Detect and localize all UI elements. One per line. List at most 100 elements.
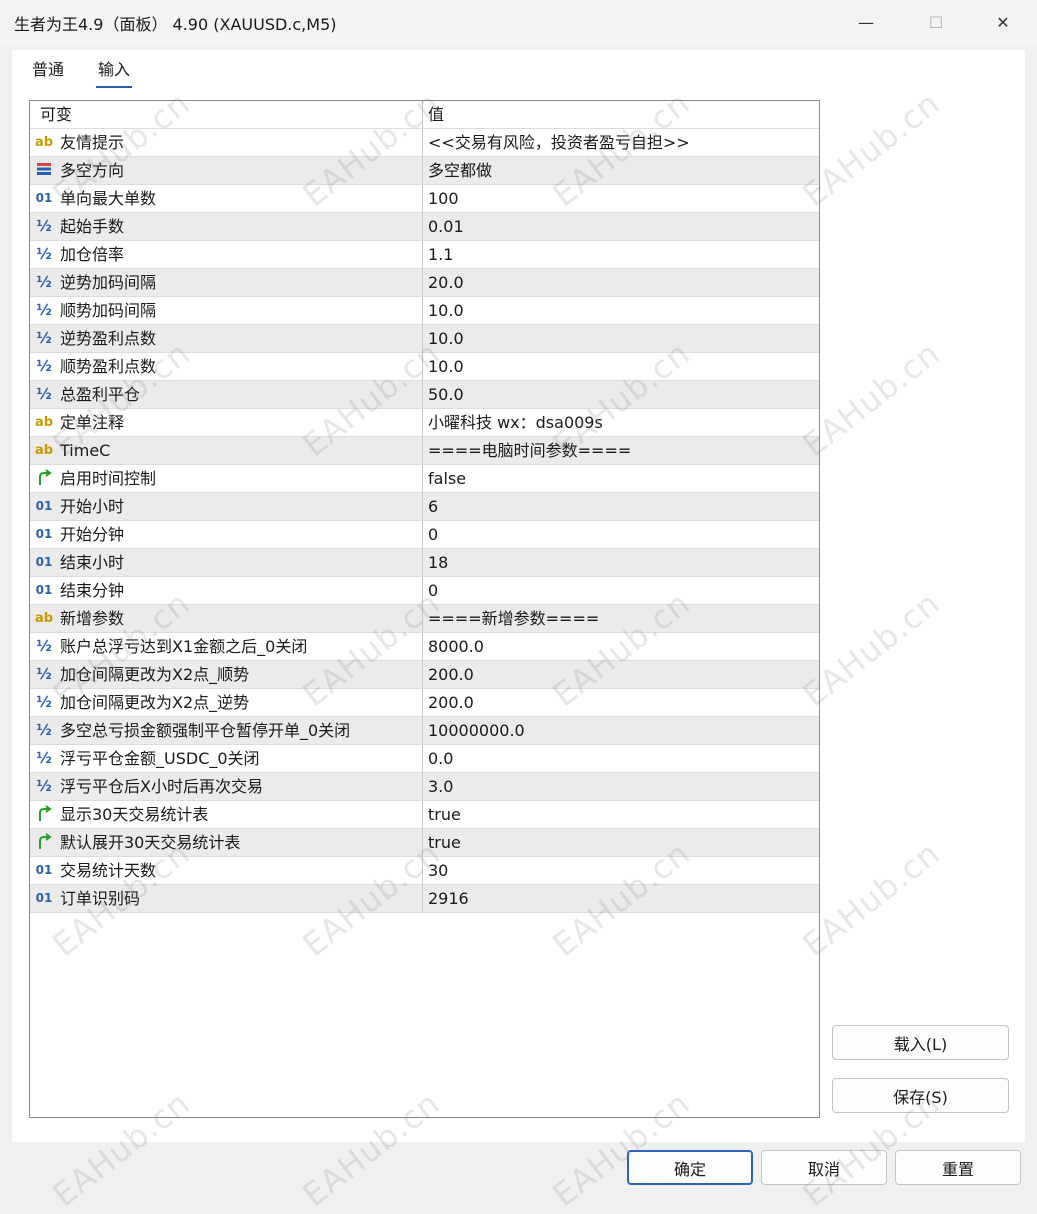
title-bar: 生者为王4.9（面板） 4.90 (XAUUSD.c,M5) — ☐ ✕ bbox=[0, 0, 1037, 44]
parameter-value[interactable]: 0.01 bbox=[428, 213, 464, 240]
minimize-button[interactable]: — bbox=[832, 0, 900, 44]
save-button[interactable]: 保存(S) bbox=[832, 1078, 1009, 1113]
table-row[interactable]: ½ 顺势盈利点数 10.0 bbox=[30, 353, 819, 381]
parameter-value[interactable]: 10.0 bbox=[428, 297, 464, 324]
window-title: 生者为王4.9（面板） 4.90 (XAUUSD.c,M5) bbox=[14, 15, 337, 34]
table-row[interactable]: 01 单向最大单数 100 bbox=[30, 185, 819, 213]
table-row[interactable]: ½ 逆势盈利点数 10.0 bbox=[30, 325, 819, 353]
parameter-name: 新增参数 bbox=[60, 609, 125, 628]
double-type-icon: ½ bbox=[36, 273, 52, 291]
table-row[interactable]: ½ 加仓倍率 1.1 bbox=[30, 241, 819, 269]
parameter-name: 起始手数 bbox=[60, 217, 125, 236]
string-type-icon: ab bbox=[34, 135, 54, 150]
double-type-icon: ½ bbox=[36, 245, 52, 263]
double-type-icon: ½ bbox=[36, 385, 52, 403]
table-row[interactable]: ½ 加仓间隔更改为X2点_逆势 200.0 bbox=[30, 689, 819, 717]
table-row[interactable]: ab 定单注释 小曜科技 wx：dsa009s bbox=[30, 409, 819, 437]
table-row[interactable]: ab 友情提示 <<交易有风险，投资者盈亏自担>> bbox=[30, 129, 819, 157]
parameter-value[interactable]: ====电脑时间参数==== bbox=[428, 437, 631, 464]
parameter-value[interactable]: 0 bbox=[428, 577, 438, 604]
enum-type-icon bbox=[34, 162, 54, 179]
parameter-name: 单向最大单数 bbox=[60, 189, 157, 208]
double-type-icon: ½ bbox=[36, 749, 52, 767]
parameter-value[interactable]: 6 bbox=[428, 493, 438, 520]
reset-button[interactable]: 重置 bbox=[895, 1150, 1021, 1185]
table-row[interactable]: 启用时间控制 false bbox=[30, 465, 819, 493]
grid-header: 可变 值 bbox=[30, 101, 819, 129]
parameter-value[interactable]: 0 bbox=[428, 521, 438, 548]
parameter-value[interactable]: 20.0 bbox=[428, 269, 464, 296]
table-row[interactable]: ½ 起始手数 0.01 bbox=[30, 213, 819, 241]
parameter-value[interactable]: true bbox=[428, 829, 461, 856]
ok-button[interactable]: 确定 bbox=[627, 1150, 753, 1185]
table-row[interactable]: 01 开始小时 6 bbox=[30, 493, 819, 521]
parameter-name: 逆势盈利点数 bbox=[60, 329, 157, 348]
tab-common[interactable]: 普通 bbox=[30, 56, 66, 86]
parameter-name: 加仓间隔更改为X2点_顺势 bbox=[60, 665, 250, 684]
parameter-value[interactable]: 200.0 bbox=[428, 689, 474, 716]
parameter-value[interactable]: 10.0 bbox=[428, 353, 464, 380]
parameter-name: TimeC bbox=[60, 441, 111, 460]
table-row[interactable]: ab TimeC ====电脑时间参数==== bbox=[30, 437, 819, 465]
parameter-value[interactable]: ====新增参数==== bbox=[428, 605, 599, 632]
parameter-value[interactable]: 30 bbox=[428, 857, 448, 884]
parameter-value[interactable]: 3.0 bbox=[428, 773, 453, 800]
table-row[interactable]: 01 开始分钟 0 bbox=[30, 521, 819, 549]
bool-type-icon bbox=[34, 833, 54, 850]
cancel-button[interactable]: 取消 bbox=[761, 1150, 887, 1185]
parameter-value[interactable]: 2916 bbox=[428, 885, 469, 912]
integer-type-icon: 01 bbox=[35, 499, 53, 513]
table-row[interactable]: ½ 浮亏平仓金额_USDC_0关闭 0.0 bbox=[30, 745, 819, 773]
table-row[interactable]: 01 交易统计天数 30 bbox=[30, 857, 819, 885]
parameter-value[interactable]: 10000000.0 bbox=[428, 717, 525, 744]
parameter-value[interactable]: 18 bbox=[428, 549, 448, 576]
parameter-value[interactable]: 10.0 bbox=[428, 325, 464, 352]
table-row[interactable]: 显示30天交易统计表 true bbox=[30, 801, 819, 829]
dialog-panel: 普通 输入 可变 值 ab 友情提示 <<交易有风险，投资者盈亏自担>> 多空方向 多空… bbox=[12, 50, 1025, 1142]
string-type-icon: ab bbox=[34, 415, 54, 430]
maximize-button[interactable]: ☐ bbox=[902, 0, 970, 44]
table-row[interactable]: 01 订单识别码 2916 bbox=[30, 885, 819, 913]
table-row[interactable]: 默认展开30天交易统计表 true bbox=[30, 829, 819, 857]
integer-type-icon: 01 bbox=[35, 191, 53, 205]
parameters-grid[interactable]: 可变 值 ab 友情提示 <<交易有风险，投资者盈亏自担>> 多空方向 多空都做 01 单向… bbox=[29, 100, 820, 1118]
table-row[interactable]: ½ 账户总浮亏达到X1金额之后_0关闭 8000.0 bbox=[30, 633, 819, 661]
double-type-icon: ½ bbox=[36, 357, 52, 375]
table-row[interactable]: 多空方向 多空都做 bbox=[30, 157, 819, 185]
integer-type-icon: 01 bbox=[35, 863, 53, 877]
parameter-value[interactable]: 1.1 bbox=[428, 241, 453, 268]
table-row[interactable]: ½ 顺势加码间隔 10.0 bbox=[30, 297, 819, 325]
parameter-value[interactable]: <<交易有风险，投资者盈亏自担>> bbox=[428, 129, 690, 156]
table-row[interactable]: ½ 多空总亏损金额强制平仓暂停开单_0关闭 10000000.0 bbox=[30, 717, 819, 745]
parameter-name: 顺势盈利点数 bbox=[60, 357, 157, 376]
parameter-name: 显示30天交易统计表 bbox=[60, 805, 209, 824]
table-row[interactable]: ½ 总盈利平仓 50.0 bbox=[30, 381, 819, 409]
close-button[interactable]: ✕ bbox=[969, 0, 1037, 44]
double-type-icon: ½ bbox=[36, 637, 52, 655]
parameter-name: 加仓倍率 bbox=[60, 245, 125, 264]
table-row[interactable]: ab 新增参数 ====新增参数==== bbox=[30, 605, 819, 633]
table-row[interactable]: ½ 浮亏平仓后X小时后再次交易 3.0 bbox=[30, 773, 819, 801]
parameter-value[interactable]: 0.0 bbox=[428, 745, 453, 772]
table-row[interactable]: 01 结束分钟 0 bbox=[30, 577, 819, 605]
parameter-value[interactable]: 8000.0 bbox=[428, 633, 484, 660]
parameter-value[interactable]: 200.0 bbox=[428, 661, 474, 688]
parameter-value[interactable]: false bbox=[428, 465, 466, 492]
parameter-value[interactable]: 100 bbox=[428, 185, 459, 212]
parameter-name: 友情提示 bbox=[60, 133, 125, 152]
column-header-value[interactable]: 值 bbox=[428, 101, 444, 128]
table-row[interactable]: ½ 逆势加码间隔 20.0 bbox=[30, 269, 819, 297]
column-header-variable[interactable]: 可变 bbox=[40, 101, 72, 128]
load-button[interactable]: 载入(L) bbox=[832, 1025, 1009, 1060]
parameter-value[interactable]: 50.0 bbox=[428, 381, 464, 408]
parameter-name: 浮亏平仓金额_USDC_0关闭 bbox=[60, 749, 260, 768]
parameter-value[interactable]: true bbox=[428, 801, 461, 828]
tab-inputs[interactable]: 输入 bbox=[96, 56, 133, 88]
integer-type-icon: 01 bbox=[35, 891, 53, 905]
table-row[interactable]: 01 结束小时 18 bbox=[30, 549, 819, 577]
parameter-name: 交易统计天数 bbox=[60, 861, 157, 880]
table-row[interactable]: ½ 加仓间隔更改为X2点_顺势 200.0 bbox=[30, 661, 819, 689]
string-type-icon: ab bbox=[34, 611, 54, 626]
parameter-value[interactable]: 多空都做 bbox=[428, 157, 492, 184]
parameter-value[interactable]: 小曜科技 wx：dsa009s bbox=[428, 409, 603, 436]
